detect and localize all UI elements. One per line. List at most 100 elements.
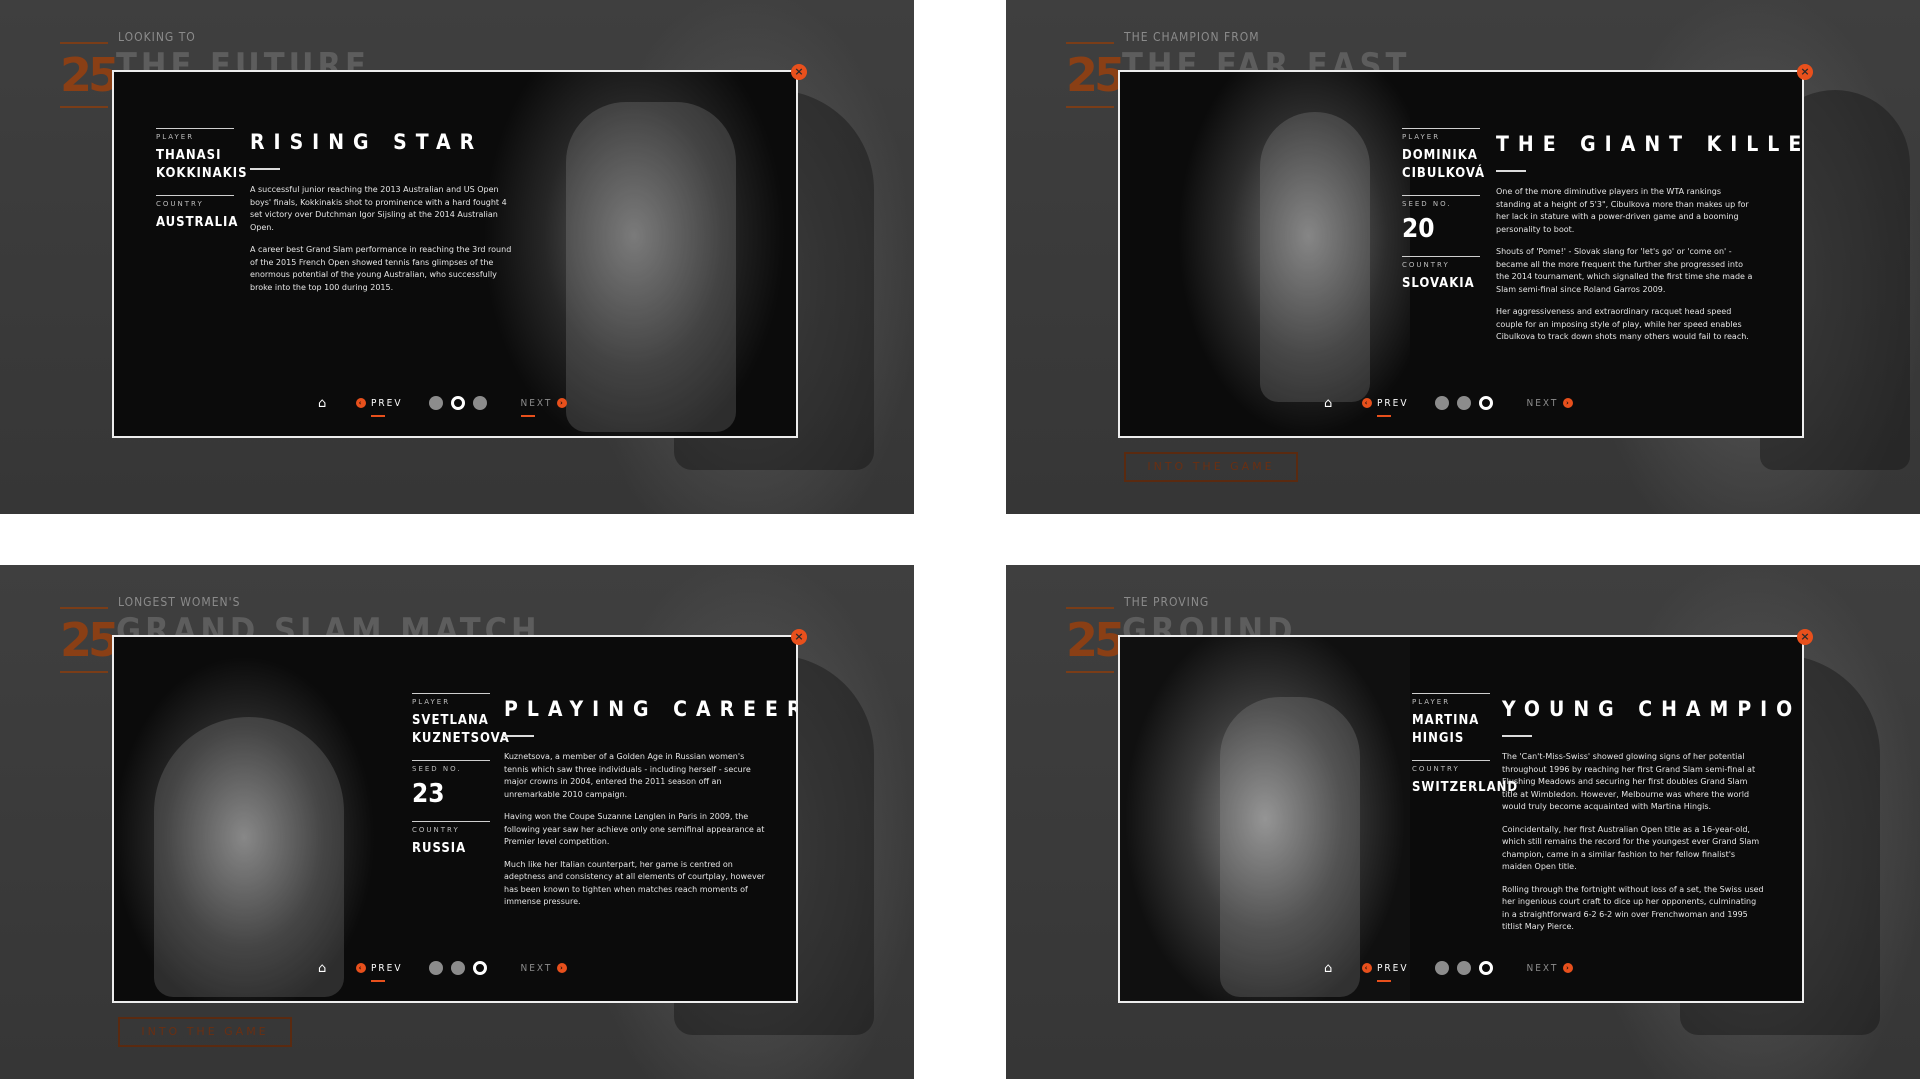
- divider: [412, 693, 490, 694]
- anniversary-badge: 25: [1066, 42, 1126, 108]
- story-title: PLAYING CAREER: [504, 697, 798, 721]
- divider: [412, 821, 490, 822]
- story-paragraph: Her aggressiveness and extraordinary rac…: [1496, 307, 1749, 341]
- anniversary-badge: 25: [60, 42, 120, 108]
- seed-value: 20: [1402, 214, 1435, 244]
- story-title: THE GIANT KILLER: [1496, 132, 1804, 156]
- pagination-dot[interactable]: [1456, 396, 1471, 410]
- player-modal: PLAYER SVETLANA KUZNETSOVA SEED NO. 23 C…: [112, 635, 798, 1003]
- story-paragraph: One of the more diminutive players in th…: [1496, 187, 1749, 234]
- seed-label: SEED NO.: [412, 765, 462, 773]
- divider: [1412, 760, 1490, 761]
- title-rule: [1496, 170, 1526, 172]
- player-info: PLAYER MARTINA HINGIS COUNTRY SWITZERLAN…: [1412, 693, 1517, 809]
- into-the-game-button[interactable]: INTO THE GAME: [1124, 452, 1298, 482]
- country-label: COUNTRY: [1412, 765, 1460, 773]
- prev-label: PREV: [1377, 962, 1409, 974]
- player-figure: [154, 717, 344, 997]
- player-name: DOMINIKA CIBULKOVÁ: [1402, 148, 1486, 181]
- next-button[interactable]: NEXT ›: [1527, 963, 1574, 974]
- close-icon[interactable]: ×: [791, 64, 807, 80]
- player-label: PLAYER: [1412, 698, 1451, 706]
- next-underline: [520, 414, 535, 417]
- next-label: NEXT: [520, 397, 553, 409]
- chevron-right-icon: ›: [1563, 398, 1574, 408]
- pagination-dot[interactable]: [1434, 396, 1449, 410]
- story-text: YOUNG CHAMPION The 'Can't-Miss-Swiss' sh…: [1502, 697, 1802, 944]
- divider: [156, 128, 234, 129]
- home-icon[interactable]: ⌂: [318, 396, 336, 411]
- anniversary-badge: 25: [60, 607, 120, 673]
- story-text: RISING STAR A successful junior reaching…: [250, 130, 512, 304]
- next-button[interactable]: NEXT ›: [1527, 398, 1574, 409]
- pagination-dot[interactable]: [1434, 961, 1449, 975]
- story-paragraph: Coincidentally, her first Australian Ope…: [1502, 824, 1760, 872]
- chevron-left-icon: ‹: [356, 963, 366, 973]
- pagination-dot[interactable]: [428, 961, 443, 975]
- pagination-dot[interactable]: [428, 396, 443, 410]
- prev-button[interactable]: ‹ PREV: [356, 963, 403, 982]
- player-modal: PLAYER DOMINIKA CIBULKOVÁ SEED NO. 20 CO…: [1118, 70, 1804, 438]
- next-button[interactable]: NEXT ›: [521, 963, 568, 974]
- title-rule: [1502, 735, 1532, 737]
- next-button[interactable]: NEXT ›: [520, 397, 568, 417]
- player-figure: [1260, 112, 1370, 402]
- close-icon[interactable]: ×: [1797, 629, 1813, 645]
- title-rule: [504, 735, 534, 737]
- section-eyebrow: THE PROVING: [1124, 595, 1210, 609]
- country-value: SLOVAKIA: [1402, 276, 1475, 291]
- home-icon[interactable]: ⌂: [1324, 961, 1342, 976]
- next-label: NEXT: [1526, 962, 1559, 974]
- chevron-left-icon: ‹: [1362, 963, 1372, 973]
- active-underline: [1377, 414, 1391, 417]
- chevron-right-icon: ›: [1563, 963, 1574, 973]
- pagination-dot-active[interactable]: [450, 396, 465, 410]
- player-info: PLAYER THANASI KOKKINAKIS COUNTRY AUSTRA…: [156, 128, 248, 244]
- pagination-dots: [1434, 961, 1501, 975]
- divider: [412, 760, 490, 761]
- player-figure: [566, 102, 736, 432]
- story-paragraph: Having won the Coupe Suzanne Lenglen in …: [504, 812, 765, 846]
- pagination-dots: [428, 961, 495, 975]
- prev-button[interactable]: ‹ PREV: [1362, 398, 1409, 417]
- section-eyebrow: LONGEST WOMEN'S: [118, 595, 241, 609]
- player-info: PLAYER SVETLANA KUZNETSOVA SEED NO. 23 C…: [412, 693, 510, 870]
- section-eyebrow: LOOKING TO: [118, 30, 196, 44]
- close-icon[interactable]: ×: [791, 629, 807, 645]
- pagination-dot-active[interactable]: [1478, 961, 1493, 975]
- into-the-game-button[interactable]: INTO THE GAME: [118, 1017, 292, 1047]
- pagination-dot[interactable]: [450, 961, 465, 975]
- home-icon[interactable]: ⌂: [1324, 396, 1342, 411]
- carousel-nav: ⌂ ‹ PREV NEXT ›: [318, 392, 568, 417]
- story-text: PLAYING CAREER Kuznetsova, a member of a…: [504, 697, 798, 919]
- player-info: PLAYER DOMINIKA CIBULKOVÁ SEED NO. 20 CO…: [1402, 128, 1486, 305]
- prev-button[interactable]: ‹ PREV: [356, 398, 403, 417]
- story-paragraph: Kuznetsova, a member of a Golden Age in …: [504, 752, 751, 799]
- pagination-dot-active[interactable]: [1478, 396, 1493, 410]
- country-label: COUNTRY: [412, 826, 460, 834]
- player-name: THANASI KOKKINAKIS: [156, 148, 248, 181]
- player-figure: [1220, 697, 1360, 997]
- close-icon[interactable]: ×: [1797, 64, 1813, 80]
- player-label: PLAYER: [156, 133, 195, 141]
- seed-value: 23: [412, 779, 445, 809]
- prev-button[interactable]: ‹ PREV: [1362, 962, 1409, 982]
- pagination-dot-active[interactable]: [472, 961, 487, 975]
- title-rule: [250, 168, 280, 170]
- active-underline: [1377, 979, 1391, 982]
- story-title: RISING STAR: [250, 130, 484, 154]
- pagination-dot[interactable]: [1456, 961, 1471, 975]
- country-label: COUNTRY: [156, 200, 204, 208]
- player-photo: [1120, 637, 1410, 1001]
- story-text: THE GIANT KILLER One of the more diminut…: [1496, 132, 1804, 354]
- chevron-right-icon: ›: [557, 963, 568, 973]
- player-name: SVETLANA KUZNETSOVA: [412, 713, 510, 746]
- chevron-right-icon: ›: [557, 398, 568, 408]
- screen-panel: 25 THE CHAMPION FROM THE FAR EAST INTO T…: [1006, 0, 1920, 514]
- screen-panel: 25 THE PROVING GROUND PLAYER MARTINA HIN…: [1006, 565, 1920, 1079]
- pagination-dot[interactable]: [472, 396, 487, 410]
- divider: [1402, 195, 1480, 196]
- carousel-nav: ⌂ ‹ PREV NEXT ›: [1324, 957, 1574, 982]
- carousel-nav: ⌂ ‹ PREV NEXT ›: [318, 957, 568, 982]
- home-icon[interactable]: ⌂: [318, 961, 336, 976]
